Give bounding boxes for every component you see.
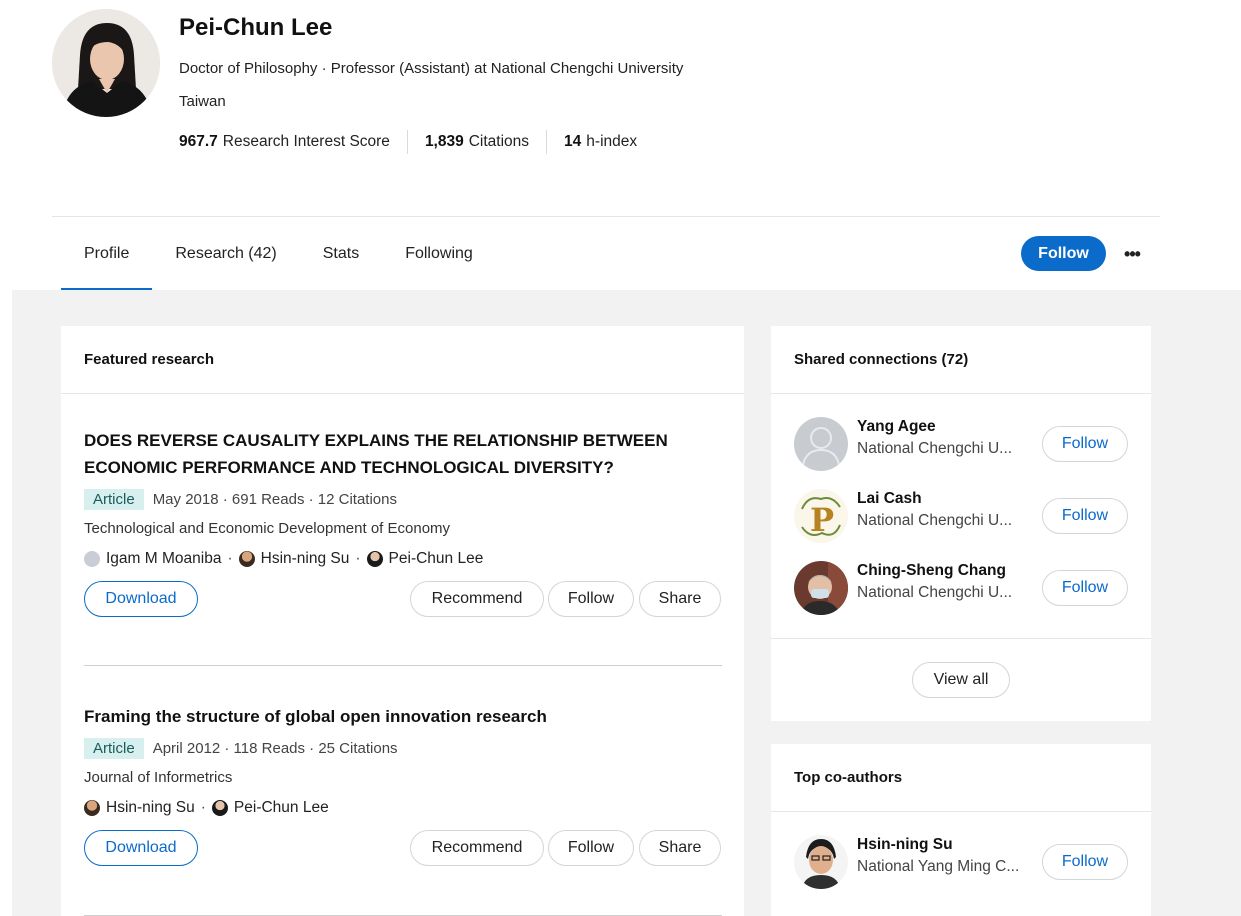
- share-button[interactable]: Share: [639, 830, 721, 866]
- author-avatar: [366, 551, 383, 567]
- metric-divider: [546, 130, 548, 154]
- profile-degree: Doctor of Philosophy · Professor (Assist…: [179, 60, 684, 77]
- metric-value: 967.7: [179, 133, 218, 150]
- tab-following[interactable]: Following: [382, 217, 496, 290]
- profile-header: Pei-Chun Lee Doctor of Philosophy · Prof…: [0, 0, 1241, 290]
- publication-meta: Article April 2012 · 118 Reads · 25 Cita…: [84, 738, 722, 759]
- tab-research[interactable]: Research (42): [152, 217, 299, 290]
- publication-journal[interactable]: Technological and Economic Development o…: [84, 520, 722, 537]
- profile-avatar[interactable]: [52, 9, 160, 117]
- coauthor-name[interactable]: Hsin-ning Su: [857, 836, 953, 854]
- metric-label: h-index: [586, 133, 638, 150]
- profile-tabs: Profile Research (42) Stats Following: [61, 217, 496, 290]
- author-separator: ·: [200, 799, 206, 816]
- svg-text:P: P: [810, 501, 834, 539]
- connection-name[interactable]: Lai Cash: [857, 490, 922, 508]
- featured-research-title: Featured research: [84, 351, 215, 368]
- recommend-button[interactable]: Recommend: [410, 830, 544, 866]
- avatar[interactable]: [794, 835, 848, 889]
- follow-profile-button[interactable]: Follow: [1021, 236, 1106, 271]
- publication-actions: Download Recommend Follow Share: [84, 830, 722, 866]
- metric-label: Citations: [468, 133, 530, 150]
- follow-publication-button[interactable]: Follow: [548, 581, 634, 617]
- publication-journal[interactable]: Journal of Informetrics: [84, 769, 722, 786]
- metric-label: Research Interest Score: [222, 133, 390, 150]
- publication-authors: Igam M Moaniba · Hsin-ning Su · Pei-Chun…: [84, 550, 722, 568]
- metric-value: 14: [564, 133, 582, 150]
- article-type-badge: Article: [84, 738, 144, 759]
- author-avatar: [238, 551, 255, 567]
- author-link[interactable]: Hsin-ning Su: [261, 550, 350, 568]
- connection-affiliation: National Chengchi U...: [857, 584, 1013, 601]
- card-header: Featured research: [61, 326, 744, 394]
- metric-h-index[interactable]: 14 h-index: [564, 133, 637, 151]
- metric-divider: [406, 130, 408, 154]
- top-coauthors-title: Top co-authors: [794, 769, 903, 786]
- publication-item: Framing the structure of global open inn…: [84, 703, 722, 866]
- featured-research-card: Featured research DOES REVERSE CAUSALITY…: [61, 326, 744, 916]
- publication-stats: May 2018 · 691 Reads · 12 Citations: [152, 491, 397, 508]
- author-avatar: [84, 551, 100, 567]
- shared-connections-card: Shared connections (72) Yang Agee Nation…: [771, 326, 1151, 721]
- coauthor-affiliation: National Yang Ming C...: [857, 858, 1020, 875]
- follow-connection-button[interactable]: Follow: [1042, 426, 1128, 462]
- author-link[interactable]: Igam M Moaniba: [106, 550, 221, 568]
- coauthor-item: Hsin-ning Su National Yang Ming C... Fol…: [794, 835, 1129, 891]
- profile-country: Taiwan: [179, 93, 226, 110]
- follow-connection-button[interactable]: Follow: [1042, 570, 1128, 606]
- author-separator: ·: [355, 550, 361, 567]
- shared-connections-title: Shared connections (72): [794, 351, 969, 368]
- metric-citations[interactable]: 1,839 Citations: [425, 133, 529, 151]
- publication-authors: Hsin-ning Su · Pei-Chun Lee: [84, 799, 722, 817]
- profile-name: Pei-Chun Lee: [179, 14, 333, 41]
- author-link[interactable]: Hsin-ning Su: [106, 799, 195, 817]
- avatar[interactable]: [794, 561, 848, 615]
- publication-meta: Article May 2018 · 691 Reads · 12 Citati…: [84, 489, 722, 510]
- connection-affiliation: National Chengchi U...: [857, 512, 1013, 529]
- view-all-button[interactable]: View all: [912, 662, 1010, 698]
- publication-title[interactable]: DOES REVERSE CAUSALITY EXPLAINS THE RELA…: [84, 427, 722, 481]
- follow-coauthor-button[interactable]: Follow: [1042, 844, 1128, 880]
- avatar[interactable]: P: [794, 489, 848, 543]
- tab-stats[interactable]: Stats: [300, 217, 382, 290]
- card-divider: [771, 638, 1151, 639]
- article-type-badge: Article: [84, 489, 144, 510]
- connection-name[interactable]: Yang Agee: [857, 418, 936, 436]
- follow-connection-button[interactable]: Follow: [1042, 498, 1128, 534]
- profile-metrics: 967.7 Research Interest Score 1,839 Cita…: [179, 129, 637, 155]
- connection-item: P Lai Cash National Chengchi U... Follow: [794, 489, 1129, 545]
- publication-title[interactable]: Framing the structure of global open inn…: [84, 703, 722, 730]
- publication-actions: Download Recommend Follow Share: [84, 581, 722, 617]
- share-button[interactable]: Share: [639, 581, 721, 617]
- top-coauthors-card: Top co-authors Hsin-ning Su National Yan…: [771, 744, 1151, 916]
- avatar[interactable]: [794, 417, 848, 471]
- connection-name[interactable]: Ching-Sheng Chang: [857, 562, 1006, 580]
- recommend-button[interactable]: Recommend: [410, 581, 544, 617]
- more-horizontal-icon[interactable]: •••: [1118, 240, 1146, 268]
- publication-item: DOES REVERSE CAUSALITY EXPLAINS THE RELA…: [84, 427, 722, 617]
- connection-affiliation: National Chengchi U...: [857, 440, 1013, 457]
- card-header: Shared connections (72): [771, 326, 1151, 394]
- author-link[interactable]: Pei-Chun Lee: [234, 799, 329, 817]
- author-link[interactable]: Pei-Chun Lee: [389, 550, 484, 568]
- metric-research-interest[interactable]: 967.7 Research Interest Score: [179, 133, 390, 151]
- publication-stats: April 2012 · 118 Reads · 25 Citations: [152, 740, 398, 757]
- connection-item: Ching-Sheng Chang National Chengchi U...…: [794, 561, 1129, 617]
- author-avatar: [84, 800, 100, 816]
- author-avatar: [211, 800, 228, 816]
- card-header: Top co-authors: [771, 744, 1151, 812]
- connection-item: Yang Agee National Chengchi U... Follow: [794, 417, 1129, 473]
- author-separator: ·: [227, 550, 233, 567]
- download-button[interactable]: Download: [84, 581, 198, 617]
- tab-profile[interactable]: Profile: [61, 217, 153, 290]
- follow-publication-button[interactable]: Follow: [548, 830, 634, 866]
- publication-divider: [84, 665, 722, 666]
- download-button[interactable]: Download: [84, 830, 198, 866]
- metric-value: 1,839: [424, 133, 464, 150]
